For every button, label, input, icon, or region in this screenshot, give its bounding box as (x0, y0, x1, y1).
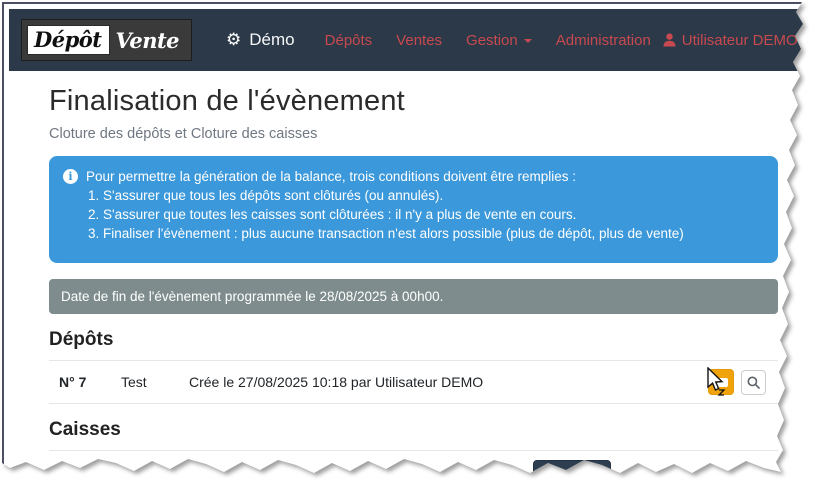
deposit-name: Test (121, 374, 189, 390)
user-icon (663, 33, 676, 47)
brand-logo[interactable]: Dépôt Vente (21, 19, 192, 61)
nav-item-ventes[interactable]: Ventes (384, 24, 454, 57)
open-register-icon (59, 467, 75, 483)
nav-label: Gestion (466, 32, 518, 49)
nav-item-gestion[interactable]: Gestion (454, 24, 544, 57)
deposit-number: N° 7 (59, 374, 121, 390)
nav-label: Dépôts (325, 32, 373, 49)
info-icon: i (63, 169, 78, 184)
end-date-notice: Date de fin de l'évènement programmée le… (49, 279, 778, 314)
register-amount: 17.00 € (365, 467, 533, 483)
page-title: Finalisation de l'évènement (49, 85, 778, 118)
torn-frame-shadow: Dépôt Vente ⚙ Démo Dépôts Ventes Gestion (2, 2, 808, 484)
card-icon (715, 378, 728, 387)
page-subtitle: Cloture des dépôts et Cloture des caisse… (49, 126, 778, 142)
info-alert-intro-text: Pour permettre la génération de la balan… (86, 167, 576, 186)
info-alert-item: 3. Finaliser l'évènement : plus aucune t… (63, 224, 764, 243)
deposits-heading: Dépôts (49, 329, 778, 360)
user-menu[interactable]: Utilisateur DEMO (663, 32, 812, 49)
deposit-view-button[interactable] (741, 370, 766, 395)
user-menu-label: Utilisateur DEMO (682, 32, 798, 49)
main-content: Finalisation de l'évènement Cloture des … (9, 71, 806, 494)
cash-registers-heading: Caisses (49, 419, 778, 450)
register-name: Caisse «#1» (97, 467, 365, 483)
nav-label: Ventes (396, 32, 442, 49)
nav-label: Administration (556, 32, 651, 49)
env-label: Démo (249, 30, 294, 50)
chevron-down-icon (804, 39, 812, 43)
table-row: N° 7 Test Crée le 27/08/2025 10:18 par U… (49, 360, 778, 404)
info-alert-intro: i Pour permettre la génération de la bal… (63, 167, 764, 186)
browser-viewport: Dépôt Vente ⚙ Démo Dépôts Ventes Gestion (2, 2, 808, 484)
deposit-label-button[interactable] (708, 369, 734, 395)
nav-links: Dépôts Ventes Gestion Administration (313, 24, 663, 57)
brand-part1: Dépôt (27, 25, 110, 55)
info-alert-item: 1. S'assurer que tous les dépôts sont cl… (63, 186, 764, 205)
brand-part2: Vente (115, 28, 179, 53)
screenshot-stage: Dépôt Vente ⚙ Démo Dépôts Ventes Gestion (0, 0, 818, 494)
info-alert: i Pour permettre la génération de la bal… (49, 156, 778, 263)
table-row: Caisse «#1» 17.00 € Clôturer (49, 450, 778, 494)
nav-item-depots[interactable]: Dépôts (313, 24, 385, 57)
deposit-description: Crée le 27/08/2025 10:18 par Utilisateur… (189, 374, 708, 390)
nav-item-administration[interactable]: Administration (544, 24, 663, 57)
nav-item-env[interactable]: ⚙ Démo (226, 30, 295, 50)
search-icon (747, 376, 760, 389)
navbar: Dépôt Vente ⚙ Démo Dépôts Ventes Gestion (9, 9, 806, 71)
close-register-button[interactable]: Clôturer (533, 460, 611, 490)
gear-icon: ⚙ (226, 32, 241, 49)
chevron-down-icon (524, 39, 532, 43)
info-alert-item: 2. S'assurer que toutes les caisses sont… (63, 205, 764, 224)
